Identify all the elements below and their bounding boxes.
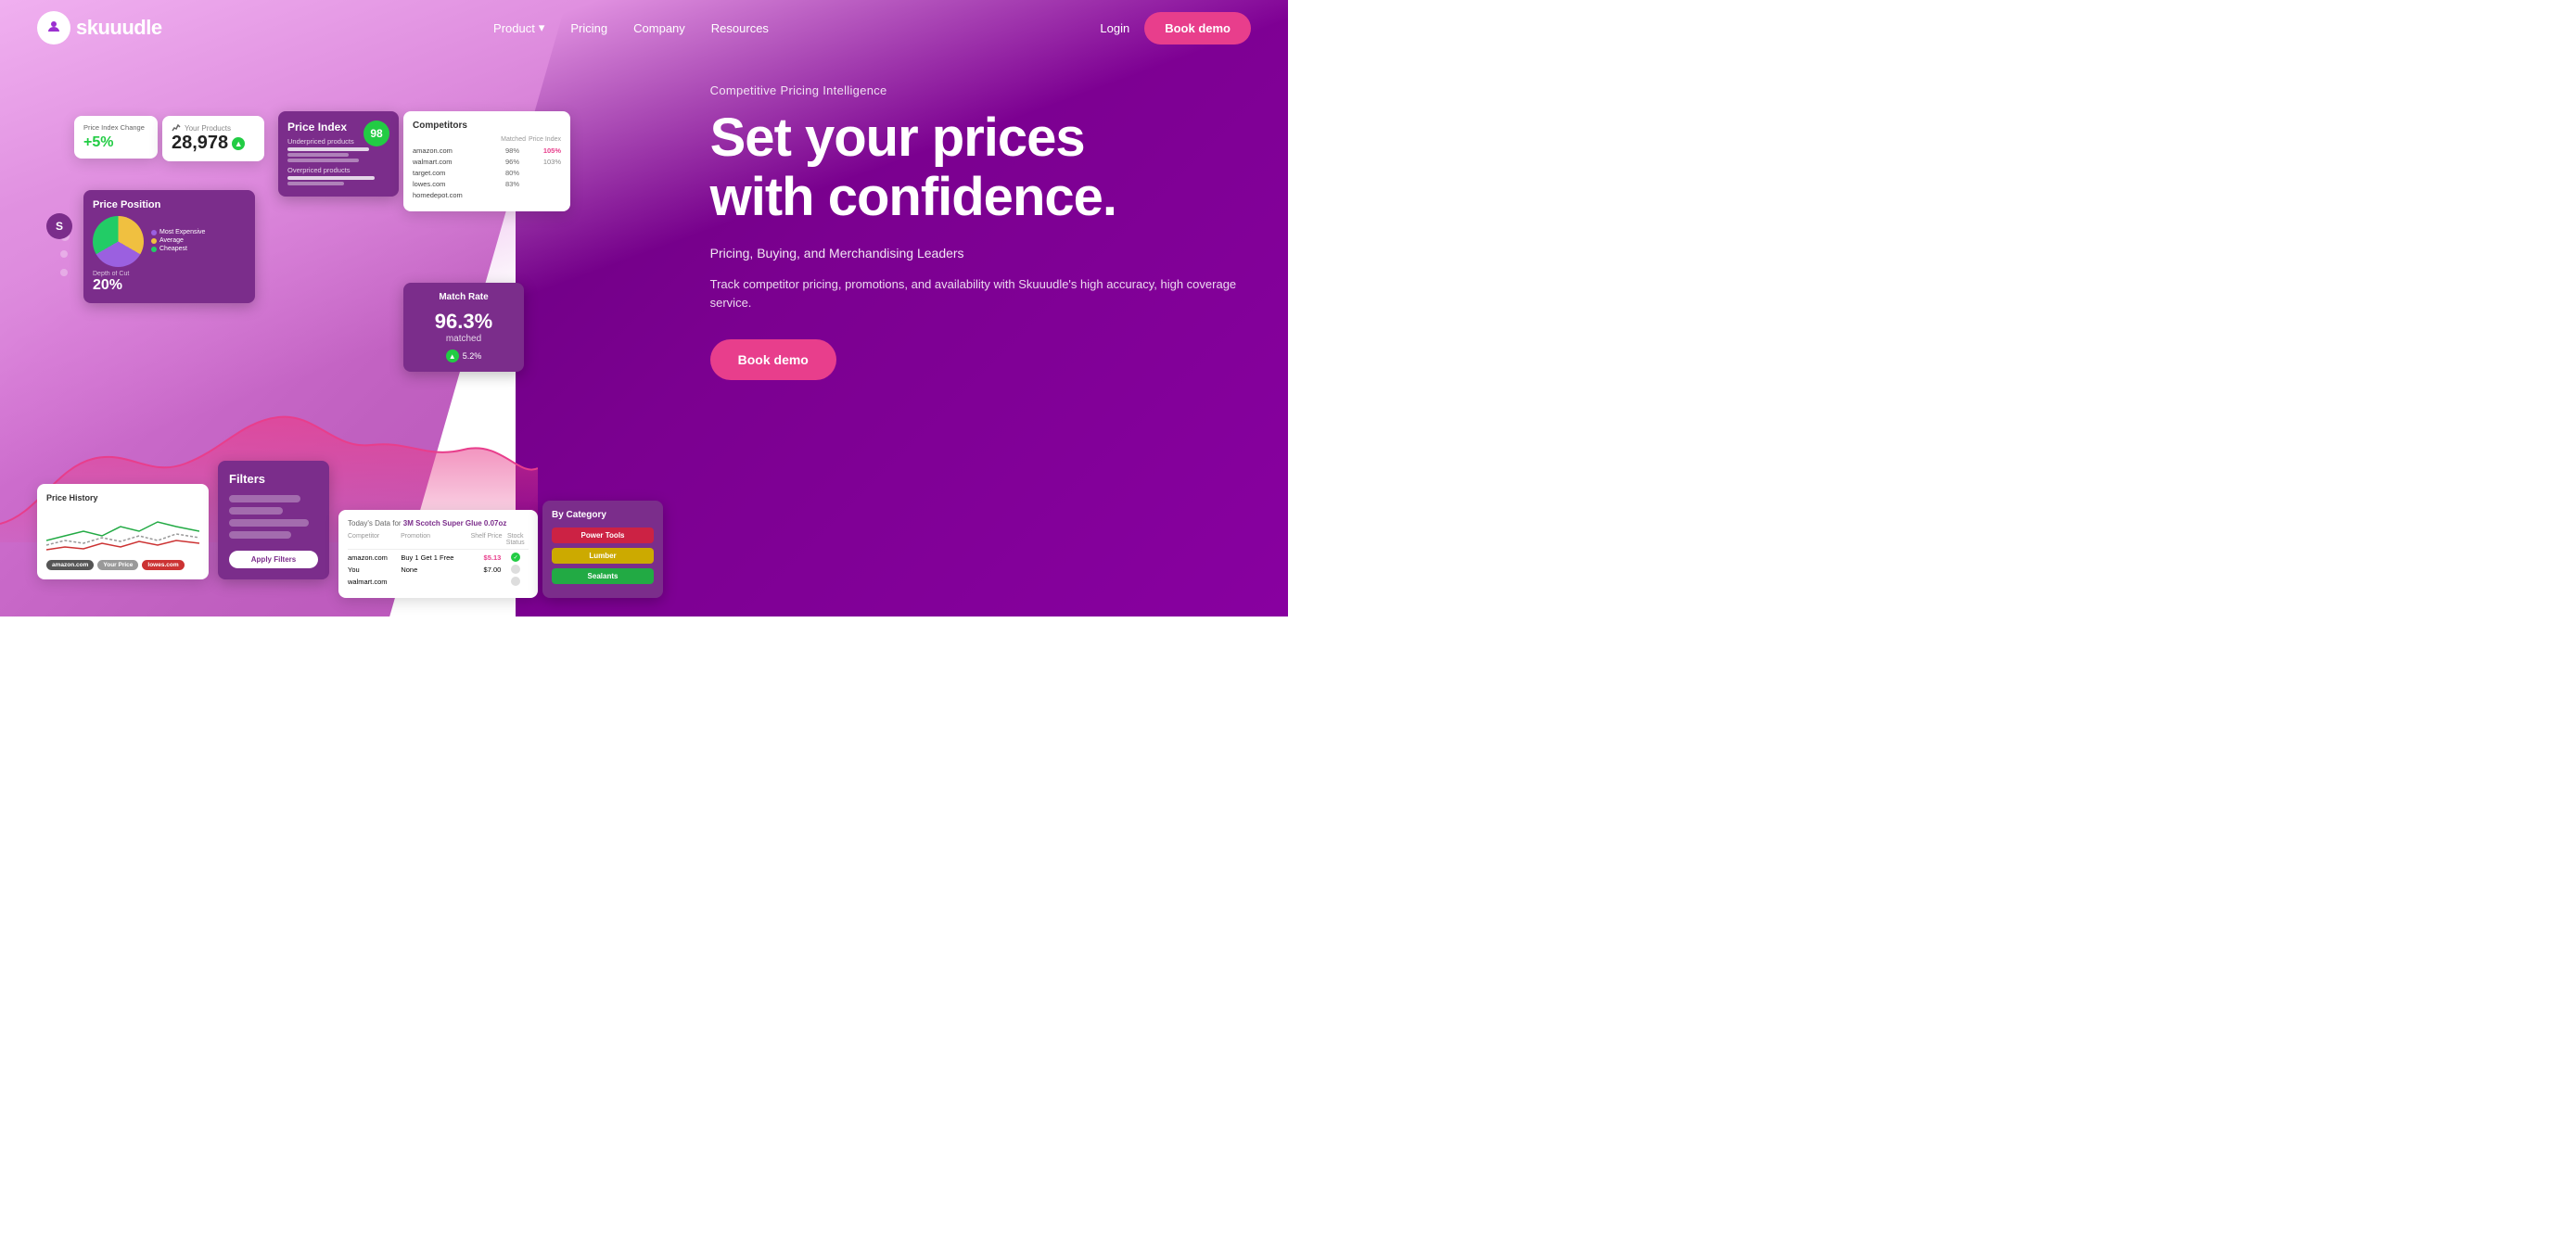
avatar: S <box>46 213 72 239</box>
match-rate-title: Match Rate <box>413 292 515 302</box>
card-competitors: Competitors Matched Price Index amazon.c… <box>403 111 570 211</box>
card-price-index: Price Index 98 Underpriced products Over… <box>278 111 399 197</box>
legend-cheapest: Cheapest <box>151 246 205 252</box>
bar-4 <box>287 176 375 180</box>
dot-3 <box>60 269 68 276</box>
category-sealants: Sealants <box>552 568 654 584</box>
data-row-amazon: amazon.com Buy 1 Get 1 Free $5.13 ✓ <box>348 553 529 562</box>
logo[interactable]: skuuudle <box>37 11 162 44</box>
card-price-index-change: Price Index Change +5% <box>74 116 158 159</box>
nav-links: Product ▾ Pricing Company Resources <box>493 20 769 35</box>
nav-product[interactable]: Product ▾ <box>493 20 544 35</box>
up-arrow-icon: ▲ <box>232 137 245 150</box>
card-filters: Filters Apply Filters <box>218 461 329 579</box>
data-table-header: Competitor Promotion Shelf Price Stock S… <box>348 533 529 550</box>
card-match-rate: Match Rate 96.3% matched ▲ 5.2% <box>403 283 524 372</box>
legend-average: Average <box>151 237 205 244</box>
category-lumber: Lumber <box>552 548 654 564</box>
hero-text: Competitive Pricing Intelligence Set you… <box>710 83 1251 380</box>
bar-3 <box>287 159 359 162</box>
up-badge-icon: ▲ <box>446 350 459 362</box>
sparkline <box>46 508 199 554</box>
nav-right: Login Book demo <box>1100 12 1251 44</box>
tag-your-price: Your Price <box>97 560 138 570</box>
book-demo-button-nav[interactable]: Book demo <box>1144 12 1251 44</box>
depth-cut: Depth of Cut 20% <box>93 271 246 294</box>
dot-cheapest <box>151 247 157 252</box>
category-power-tools: Power Tools <box>552 528 654 543</box>
dot-2 <box>60 250 68 258</box>
chart-icon <box>172 123 181 133</box>
filters-title: Filters <box>229 472 318 486</box>
check-gray-icon <box>511 565 520 574</box>
nav-resources[interactable]: Resources <box>711 21 769 35</box>
nav-pricing[interactable]: Pricing <box>570 21 607 35</box>
your-products-label: Your Products <box>185 124 231 133</box>
filter-bar-4 <box>229 531 291 539</box>
col-matched: Matched <box>501 136 526 143</box>
nav-company[interactable]: Company <box>633 21 685 35</box>
card-by-category: By Category Power Tools Lumber Sealants <box>542 501 663 598</box>
data-row-walmart: walmart.com <box>348 577 529 586</box>
competitors-table: Matched Price Index amazon.com 98% 105% … <box>413 136 561 199</box>
match-rate-percent: 96.3% <box>413 310 515 334</box>
by-category-title: By Category <box>552 510 654 520</box>
comp-row-target: target.com 80% <box>413 169 561 177</box>
comp-row-homedepot: homedepot.com <box>413 191 561 199</box>
comp-row-walmart: walmart.com 96% 103% <box>413 158 561 166</box>
price-tags: amazon.com Your Price lowes.com <box>46 560 199 570</box>
todays-data-header: Today's Data for 3M Scotch Super Glue 0.… <box>348 519 529 528</box>
product-link[interactable]: 3M Scotch Super Glue 0.07oz <box>403 519 507 528</box>
filter-bar-1 <box>229 495 300 502</box>
navbar: skuuudle Product ▾ Pricing Company Resou… <box>0 0 1288 56</box>
tag-amazon: amazon.com <box>46 560 94 570</box>
match-rate-label: matched <box>413 334 515 344</box>
filter-bar-3 <box>229 519 309 527</box>
card-your-products: Your Products 28,978 ▲ <box>162 116 264 161</box>
pie-chart <box>93 216 144 267</box>
price-history-title: Price History <box>46 493 199 502</box>
comp-row-amazon: amazon.com 98% 105% <box>413 146 561 155</box>
data-row-you: You None $7.00 <box>348 565 529 574</box>
bar-5 <box>287 182 344 185</box>
pie-area: Most Expensive Average Cheapest <box>93 216 246 267</box>
comp-table-header: Matched Price Index <box>413 136 561 143</box>
hero-tagline: Pricing, Buying, and Merchandising Leade… <box>710 246 1251 261</box>
legend-expensive: Most Expensive <box>151 229 205 235</box>
brand-name: skuuudle <box>76 16 162 40</box>
competitors-title: Competitors <box>413 121 561 131</box>
underpriced-label: Underpriced products <box>287 137 389 146</box>
overpriced-label: Overpriced products <box>287 166 389 174</box>
price-index-change-label: Price Index Change <box>83 123 148 133</box>
depth-label: Depth of Cut <box>93 271 246 277</box>
apply-filters-button[interactable]: Apply Filters <box>229 551 318 568</box>
hero-subtitle: Competitive Pricing Intelligence <box>710 83 1251 97</box>
logo-icon <box>37 11 70 44</box>
price-position-title: Price Position <box>93 199 246 210</box>
login-button[interactable]: Login <box>1100 21 1129 35</box>
bar-2 <box>287 153 349 157</box>
check-gray-icon-2 <box>511 577 520 586</box>
hero-headline: Set your priceswith confidence. <box>710 108 1251 227</box>
cards-area: S Price Index Change +5% Your Products 2… <box>19 70 740 616</box>
dot-average <box>151 238 157 244</box>
hero-description: Track competitor pricing, promotions, an… <box>710 275 1251 314</box>
pie-legend: Most Expensive Average Cheapest <box>151 229 205 254</box>
filter-bar-2 <box>229 507 283 515</box>
match-rate-change: ▲ 5.2% <box>413 350 515 362</box>
your-products-header: Your Products <box>172 123 255 133</box>
your-products-value: 28,978 ▲ <box>172 133 255 154</box>
depth-value: 20% <box>93 277 246 294</box>
card-todays-data: Today's Data for 3M Scotch Super Glue 0.… <box>338 510 538 598</box>
comp-row-lowes: lowes.com 83% <box>413 180 561 188</box>
col-price-index: Price Index <box>526 136 561 143</box>
dot-expensive <box>151 230 157 235</box>
tag-lowes: lowes.com <box>142 560 184 570</box>
card-price-position: Price Position Most Expensive Average Ch… <box>83 190 255 303</box>
bar-1 <box>287 147 369 151</box>
chevron-down-icon: ▾ <box>539 20 545 35</box>
card-price-history: Price History amazon.com Your Price lowe… <box>37 484 209 579</box>
price-index-change-value: +5% <box>83 134 148 151</box>
check-green-icon: ✓ <box>511 553 520 562</box>
